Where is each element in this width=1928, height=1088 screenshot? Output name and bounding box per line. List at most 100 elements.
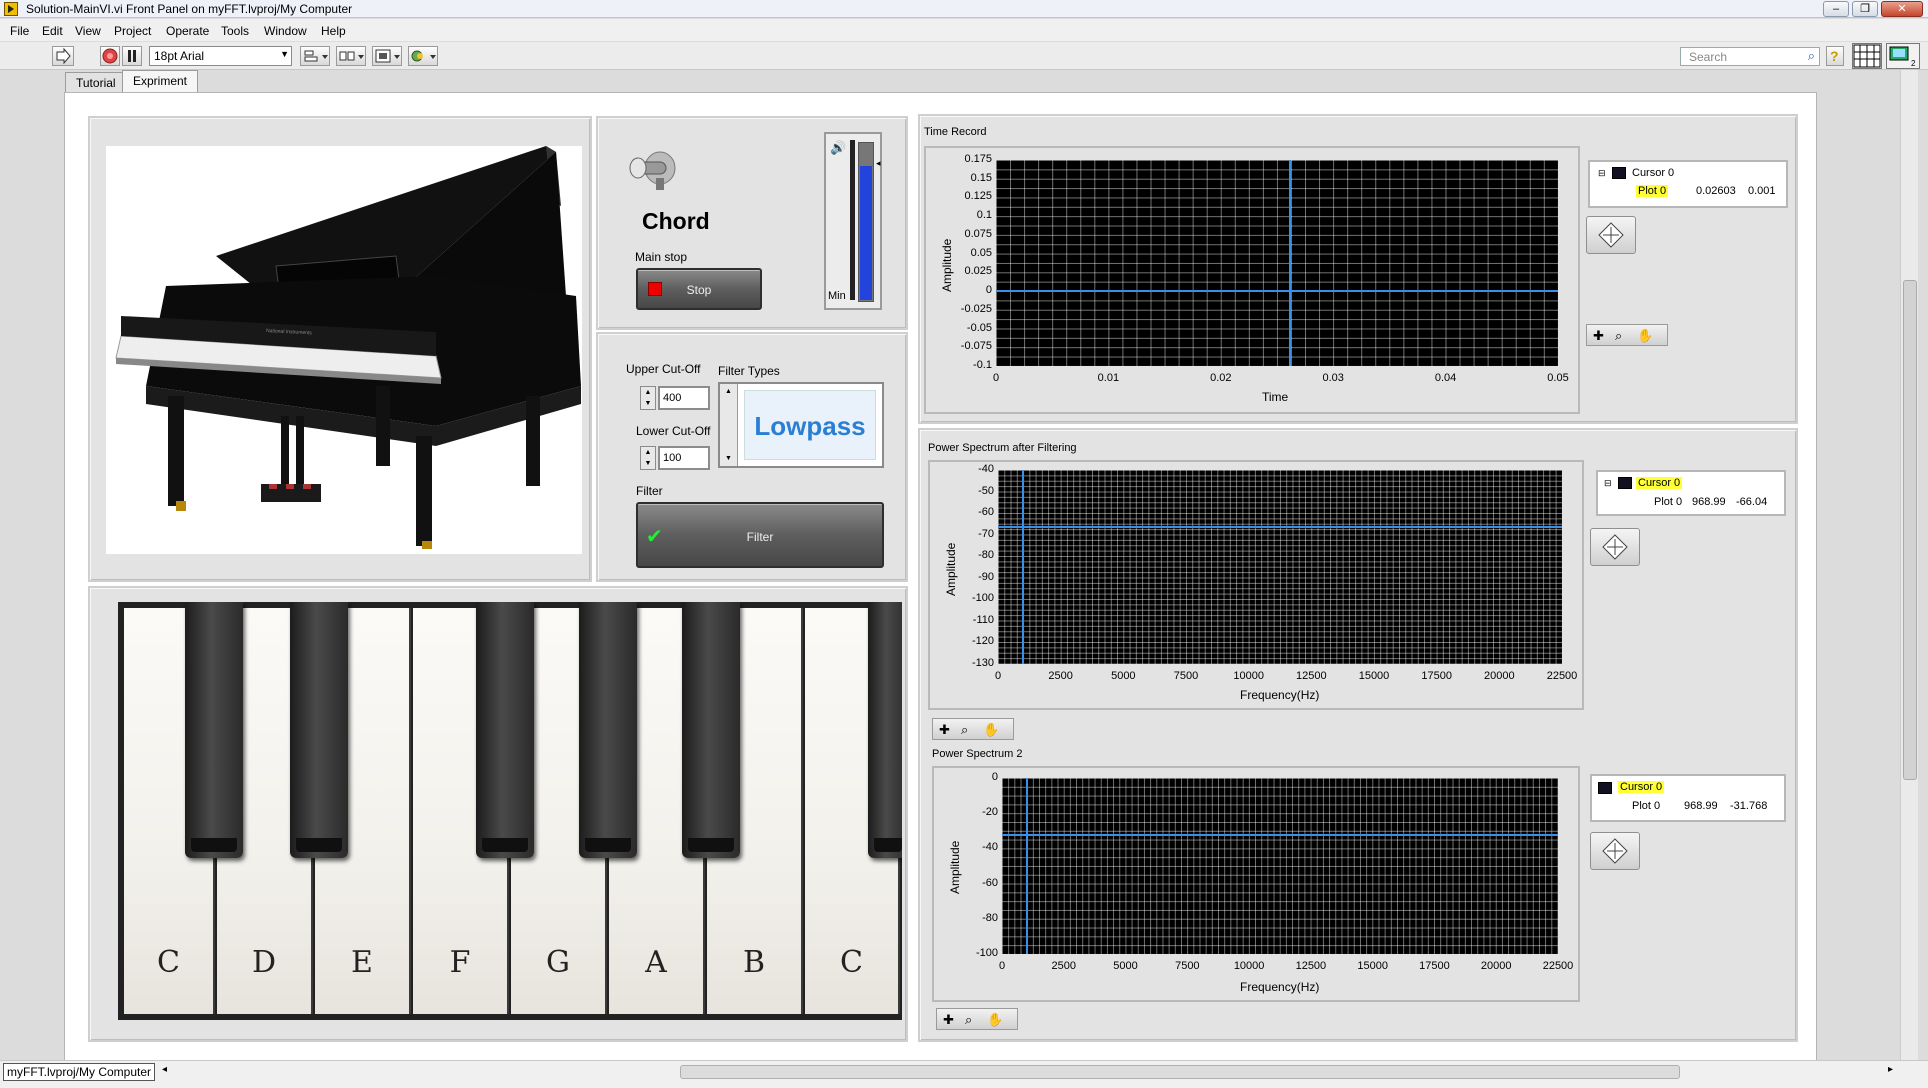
- pause-button[interactable]: [122, 46, 142, 66]
- y-tick-label: -20: [982, 806, 998, 819]
- power-2-plot-area[interactable]: [1002, 778, 1558, 954]
- menu-window[interactable]: Window: [264, 24, 307, 38]
- menu-edit[interactable]: Edit: [42, 24, 63, 38]
- abort-button[interactable]: [100, 46, 120, 66]
- power-after-plot-area[interactable]: [998, 470, 1562, 664]
- scroll-right-icon[interactable]: ▸: [1888, 1064, 1893, 1075]
- down-arrow-icon[interactable]: ▼: [720, 455, 737, 462]
- minimize-button[interactable]: –: [1823, 1, 1849, 17]
- cursor-horizontal-line[interactable]: [996, 290, 1558, 293]
- close-button[interactable]: ✕: [1881, 1, 1923, 17]
- tree-collapse-icon[interactable]: ⊟: [1598, 168, 1606, 179]
- cursor-vertical-line[interactable]: [1288, 160, 1291, 366]
- hand-icon[interactable]: ✋: [983, 722, 999, 738]
- cursor-move-icon: [1602, 838, 1628, 864]
- cursor-name: Cursor 0: [1632, 167, 1675, 179]
- menu-project[interactable]: Project: [114, 24, 151, 38]
- power-after-cursor-move-button[interactable]: [1590, 528, 1640, 566]
- black-key-c-sharp-high[interactable]: [868, 602, 902, 858]
- tree-collapse-icon[interactable]: ⊟: [1604, 478, 1612, 489]
- context-help-button[interactable]: ?: [1826, 46, 1844, 66]
- black-key-f-sharp[interactable]: [476, 602, 534, 858]
- piano-image-panel: National Instruments: [88, 116, 592, 582]
- menu-view[interactable]: View: [75, 24, 101, 38]
- power-after-title: Power Spectrum after Filtering: [928, 442, 1077, 454]
- tab-tutorial[interactable]: Tutorial: [65, 72, 127, 92]
- crosshair-icon[interactable]: ✚: [1593, 328, 1604, 344]
- filter-type-value[interactable]: Lowpass: [744, 390, 876, 460]
- upper-cutoff-value[interactable]: 400: [658, 386, 710, 410]
- zoom-icon[interactable]: ⌕: [965, 1012, 972, 1028]
- time-record-xlabel: Time: [1262, 390, 1289, 404]
- power-after-xlabel: Frequency(Hz): [1240, 688, 1320, 702]
- zoom-icon[interactable]: ⌕: [1615, 328, 1622, 344]
- search-input[interactable]: Search ⌕: [1680, 47, 1820, 66]
- upper-cutoff-spinner[interactable]: ▲ ▼: [640, 386, 656, 410]
- lower-cutoff-value[interactable]: 100: [658, 446, 710, 470]
- distribute-objects-button[interactable]: [336, 46, 366, 66]
- volume-slider[interactable]: 🔊 ◂ Min: [824, 132, 882, 310]
- crosshair-icon[interactable]: ✚: [943, 1012, 954, 1028]
- menu-help[interactable]: Help: [321, 24, 346, 38]
- align-objects-button[interactable]: [300, 46, 330, 66]
- time-record-cursor-move-button[interactable]: [1586, 216, 1636, 254]
- black-key-g-sharp[interactable]: [579, 602, 637, 858]
- run-arrow-button[interactable]: [52, 46, 74, 66]
- vertical-scrollbar[interactable]: [1900, 70, 1918, 1060]
- vi-icon[interactable]: 2: [1886, 43, 1920, 69]
- search-placeholder: Search: [1689, 50, 1728, 64]
- cursor-vertical-line[interactable]: [1022, 470, 1025, 664]
- power-2-cursor-move-button[interactable]: [1590, 832, 1640, 870]
- hand-icon[interactable]: ✋: [1637, 328, 1653, 344]
- search-icon: ⌕: [1807, 48, 1815, 63]
- restore-button[interactable]: ❐: [1852, 1, 1878, 17]
- cursor-vertical-line[interactable]: [1025, 778, 1028, 954]
- cursor-horizontal-line[interactable]: [998, 526, 1562, 529]
- power-2-cursor-legend[interactable]: Cursor 0 Plot 0 968.99 -31.768: [1590, 774, 1786, 822]
- stop-button[interactable]: Stop: [636, 268, 762, 310]
- run-arrow-icon: [56, 47, 71, 65]
- resize-objects-button[interactable]: [372, 46, 402, 66]
- cursor-plot: Plot 0: [1632, 800, 1661, 812]
- x-tick-label: 17500: [1421, 670, 1452, 682]
- volume-slider-handle-icon[interactable]: ◂: [876, 158, 881, 169]
- help-icon: ?: [1830, 48, 1839, 64]
- connector-pane-icon[interactable]: [1852, 43, 1882, 69]
- filter-types-ring[interactable]: ▲ ▼ Lowpass: [718, 382, 884, 468]
- x-tick-label: 12500: [1296, 670, 1327, 682]
- time-record-plot-area[interactable]: [996, 160, 1558, 366]
- y-tick-label: -40: [982, 841, 998, 854]
- pause-icon: [128, 50, 136, 62]
- scroll-left-icon[interactable]: ◂: [162, 1064, 167, 1075]
- reorder-button[interactable]: [408, 46, 438, 66]
- chord-toggle-switch[interactable]: [628, 148, 678, 192]
- y-tick-label: -130: [971, 657, 994, 669]
- key-label-e: E: [351, 945, 373, 980]
- zoom-icon[interactable]: ⌕: [961, 722, 968, 738]
- menu-file[interactable]: File: [10, 24, 29, 38]
- x-tick-label: 0: [992, 372, 1000, 384]
- chord-label: Chord: [642, 208, 710, 234]
- black-key-c-sharp[interactable]: [185, 602, 243, 858]
- y-tick-label: 0.025: [964, 265, 992, 278]
- crosshair-icon[interactable]: ✚: [939, 722, 950, 738]
- x-tick-label: 0.01: [1097, 372, 1120, 384]
- y-tick-label: -120: [971, 635, 994, 648]
- filter-panel: Upper Cut-Off ▲ ▼ 400 Lower Cut-Off ▲ ▼ 10…: [596, 332, 908, 582]
- hand-icon[interactable]: ✋: [987, 1012, 1003, 1028]
- horizontal-scroll-thumb[interactable]: [680, 1065, 1680, 1079]
- black-key-d-sharp[interactable]: [290, 602, 348, 858]
- filter-types-scroll[interactable]: ▲ ▼: [720, 384, 738, 466]
- cursor-horizontal-line[interactable]: [1002, 833, 1558, 836]
- font-selector[interactable]: 18pt Arial ▼: [149, 46, 292, 66]
- menu-tools[interactable]: Tools: [221, 24, 249, 38]
- time-record-cursor-legend[interactable]: ⊟ Cursor 0 Plot 0 0.02603 0.001: [1588, 160, 1788, 208]
- tab-expriment[interactable]: Expriment: [122, 70, 199, 93]
- lower-cutoff-spinner[interactable]: ▲ ▼: [640, 446, 656, 470]
- black-key-a-sharp[interactable]: [682, 602, 740, 858]
- vertical-scroll-thumb[interactable]: [1903, 280, 1917, 780]
- filter-button[interactable]: ✔ Filter: [636, 502, 884, 568]
- power-after-cursor-legend[interactable]: ⊟ Cursor 0 Plot 0 968.99 -66.04: [1596, 470, 1786, 516]
- menu-operate[interactable]: Operate: [166, 24, 209, 38]
- up-arrow-icon[interactable]: ▲: [720, 384, 737, 395]
